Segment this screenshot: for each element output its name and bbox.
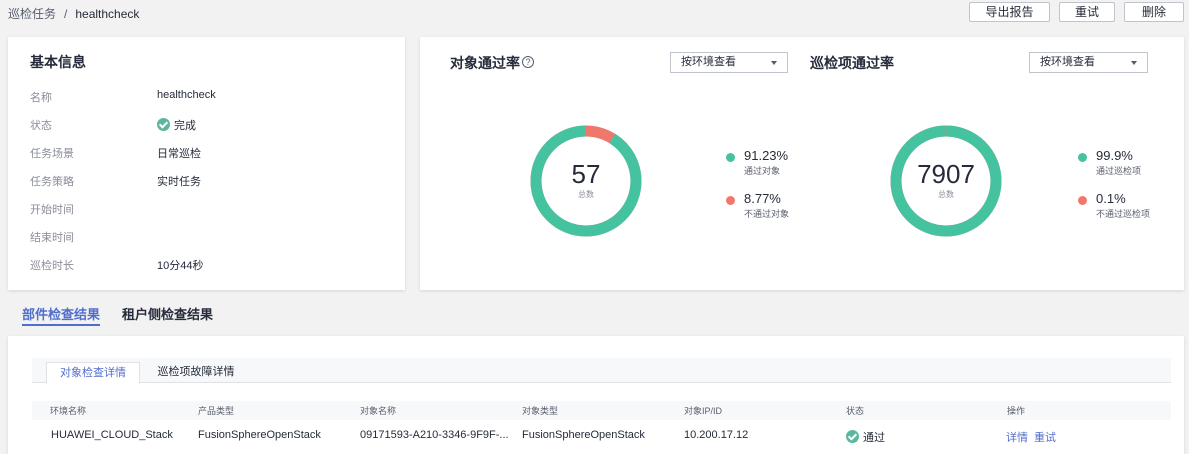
- caret-down-icon: [771, 61, 777, 65]
- column-header: 对象IP/ID: [684, 406, 723, 416]
- legend-label: 通过巡检项: [1096, 166, 1142, 176]
- info-label: 任务策略: [30, 176, 74, 188]
- object-total-number: 57: [571, 159, 601, 189]
- column-header: 对象类型: [522, 406, 559, 416]
- tab-item-fault-detail[interactable]: 巡检项故障详情: [144, 362, 248, 384]
- object-rate-title: 对象通过率: [450, 55, 520, 71]
- status-text: 通过: [863, 432, 885, 444]
- status-value: 完成: [174, 120, 196, 132]
- caret-down-icon: [1131, 61, 1137, 65]
- tab-tenant-result[interactable]: 租户侧检查结果: [122, 304, 213, 323]
- breadcrumb-parent-link[interactable]: 巡检任务: [8, 7, 56, 21]
- column-header: 产品类型: [198, 406, 235, 416]
- pass-dot-icon: [1078, 153, 1087, 162]
- retry-button[interactable]: 重试: [1059, 2, 1115, 22]
- legend-percent: 8.77%: [744, 191, 781, 206]
- delete-button[interactable]: 删除: [1124, 2, 1184, 22]
- select-value: 按环境查看: [681, 56, 736, 68]
- legend-label: 不通过巡检项: [1096, 209, 1151, 219]
- info-value: healthcheck: [157, 89, 216, 101]
- tab-object-detail[interactable]: 对象检查详情: [46, 362, 140, 384]
- object-rate-donut: 57 总数: [530, 125, 642, 237]
- breadcrumb-separator: /: [64, 7, 68, 21]
- info-label: 状态: [30, 120, 52, 132]
- legend-percent: 99.9%: [1096, 148, 1133, 163]
- select-value: 按环境查看: [1040, 56, 1095, 68]
- cell-object-ip: 10.200.17.12: [684, 429, 749, 441]
- info-value: 实时任务: [157, 176, 201, 188]
- item-total-number: 7907: [917, 159, 975, 189]
- check-circle-icon: [157, 118, 170, 131]
- legend-percent: 91.23%: [744, 148, 789, 163]
- column-header: 对象名称: [360, 406, 397, 416]
- item-rate-title: 巡检项通过率: [810, 55, 894, 71]
- info-label: 任务场景: [30, 148, 74, 160]
- cell-status: 通过: [846, 429, 885, 445]
- info-label: 名称: [30, 92, 52, 104]
- legend-percent: 0.1%: [1096, 191, 1126, 206]
- cell-product-type: FusionSphereOpenStack: [198, 429, 321, 441]
- detail-tabbar: 对象检查详情 巡检项故障详情: [32, 358, 1171, 384]
- table-header: 环境名称 产品类型 对象名称 对象类型 对象IP/ID 状态 操作: [32, 401, 1171, 420]
- cell-env-name: HUAWEI_CLOUD_Stack: [51, 429, 173, 441]
- pass-dot-icon: [726, 153, 735, 162]
- breadcrumb-current: healthcheck: [75, 7, 140, 21]
- column-header: 环境名称: [50, 406, 87, 416]
- fail-dot-icon: [726, 196, 735, 205]
- check-circle-icon: [846, 430, 859, 443]
- item-total-label: 总数: [938, 190, 954, 199]
- info-label: 开始时间: [30, 204, 74, 216]
- info-value: 日常巡检: [157, 148, 201, 160]
- item-rate-donut: 7907 总数: [890, 125, 1002, 237]
- legend-label: 通过对象: [744, 166, 781, 176]
- item-rate-view-select[interactable]: 按环境查看: [1029, 52, 1148, 73]
- detail-card: 对象检查详情 巡检项故障详情 环境名称 产品类型 对象名称 对象类型 对象IP/…: [8, 336, 1184, 454]
- cell-object-name: 09171593-A210-3346-9F9F-...: [360, 429, 509, 441]
- fail-dot-icon: [1078, 196, 1087, 205]
- info-value: 完成: [157, 117, 196, 133]
- column-header: 状态: [846, 406, 865, 416]
- object-total-label: 总数: [578, 190, 594, 199]
- column-header: 操作: [1007, 406, 1026, 416]
- top-bar: 巡检任务 / healthcheck 导出报告 重试 删除: [0, 0, 1189, 26]
- retry-link[interactable]: 重试: [1034, 429, 1056, 445]
- info-label: 巡检时长: [30, 260, 74, 272]
- export-report-button[interactable]: 导出报告: [969, 2, 1050, 22]
- pass-rate-card: 对象通过率 ? 按环境查看 57 总数 91.23% 通过对象 8.77% 不通…: [420, 37, 1184, 290]
- help-icon[interactable]: ?: [522, 56, 534, 68]
- tab-component-result[interactable]: 部件检查结果: [22, 304, 101, 326]
- basic-info-title: 基本信息: [30, 54, 86, 70]
- info-label: 结束时间: [30, 232, 74, 244]
- info-value: 10分44秒: [157, 260, 204, 272]
- object-rate-view-select[interactable]: 按环境查看: [670, 52, 788, 73]
- basic-info-card: 基本信息 名称 healthcheck 状态 完成 任务场景 日常巡检 任务策略…: [8, 37, 405, 290]
- breadcrumb: 巡检任务 / healthcheck: [8, 5, 139, 22]
- detail-link[interactable]: 详情: [1006, 429, 1028, 445]
- cell-object-type: FusionSphereOpenStack: [522, 429, 645, 441]
- legend-label: 不通过对象: [744, 209, 790, 219]
